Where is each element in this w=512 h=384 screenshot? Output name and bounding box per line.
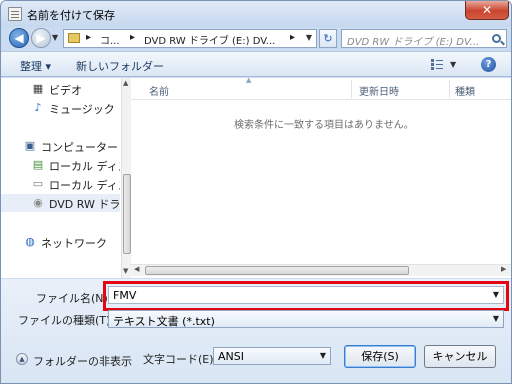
sidebar-item-network[interactable]: ◍ ネットワーク [1, 233, 120, 251]
sidebar-item-label: ローカル ディス [49, 179, 120, 192]
file-list: ▲ 名前 更新日時 種類 検索条件に一致する項目はありません。 ◀ ▶ [131, 76, 511, 278]
search-input[interactable]: DVD RW ドライブ (E:) DV... [341, 29, 507, 48]
encoding-value: ANSI [218, 350, 244, 363]
close-button[interactable]: ✕ [465, 1, 509, 20]
filetype-label: ファイルの種類(T): [18, 314, 115, 327]
save-options-panel: ファイル名(N): FMV ▼ ファイルの種類(T): テキスト文書 (*.tx… [1, 279, 511, 383]
scrollbar-thumb[interactable] [123, 174, 131, 254]
window-title: 名前を付けて保存 [27, 9, 115, 22]
scroll-right-arrow[interactable]: ▶ [501, 265, 506, 273]
column-divider[interactable] [449, 80, 450, 98]
scrollbar-thumb[interactable] [145, 266, 409, 275]
recent-locations-dropdown[interactable]: ▼ [52, 33, 58, 42]
sidebar-item-label: コンピューター [41, 141, 118, 154]
navigation-pane: ▦ ビデオ ♪ ミュージック ▣ コンピューター ▤ ローカル ディス ▭ ロー… [1, 78, 120, 278]
new-folder-button[interactable]: 新しいフォルダー [76, 58, 164, 74]
breadcrumb-dvd-drive[interactable]: DVD RW ドライブ (E:) DV... [144, 32, 275, 47]
arrow-right-icon: ▶ [36, 31, 46, 45]
notepad-icon [8, 7, 22, 21]
scroll-down-arrow[interactable]: ▼ [123, 267, 128, 275]
chevron-down-icon[interactable]: ▼ [493, 314, 499, 323]
sidebar-item-videos[interactable]: ▦ ビデオ [1, 80, 120, 98]
folder-icon [68, 33, 80, 43]
empty-results-message: 検索条件に一致する項目はありません。 [234, 120, 414, 131]
breadcrumb-separator[interactable]: ▸ [130, 32, 135, 43]
refresh-button[interactable]: ↻ [319, 29, 337, 48]
hide-folders-toggle[interactable]: フォルダーの非表示 [33, 353, 132, 369]
filetype-select[interactable]: テキスト文書 (*.txt) ▼ [108, 310, 504, 328]
collapse-icon[interactable]: ▲ [16, 353, 28, 365]
encoding-select[interactable]: ANSI ▼ [213, 347, 331, 365]
disk-icon: ▤ [32, 158, 44, 171]
view-options-icon[interactable] [431, 59, 443, 69]
computer-icon: ▣ [24, 139, 36, 152]
address-bar[interactable]: ▸ コ... ▸ DVD RW ドライブ (E:) DV... ▸ ▼ [63, 29, 317, 48]
sidebar-item-computer[interactable]: ▣ コンピューター [1, 137, 120, 155]
column-header-row: ▲ 名前 更新日時 種類 [131, 76, 511, 100]
sidebar-item-label: ミュージック [49, 103, 115, 116]
horizontal-scrollbar[interactable]: ◀ ▶ [131, 264, 511, 276]
back-button[interactable]: ◀ [9, 28, 29, 48]
chevron-down-icon[interactable]: ▼ [320, 351, 326, 360]
scroll-left-arrow[interactable]: ◀ [134, 265, 139, 273]
breadcrumb-separator[interactable]: ▸ [290, 32, 295, 43]
navigation-bar: ◀ ▶ ▼ ▸ コ... ▸ DVD RW ドライブ (E:) DV... ▸ … [1, 27, 511, 49]
sidebar-item-local-disk-c[interactable]: ▤ ローカル ディス [1, 156, 120, 174]
save-button[interactable]: 保存(S) [344, 345, 416, 368]
organize-button[interactable]: 整理 ▾ [20, 58, 51, 74]
refresh-icon: ↻ [323, 32, 333, 45]
sidebar-item-music[interactable]: ♪ ミュージック [1, 99, 120, 117]
column-type[interactable]: 種類 [455, 83, 475, 98]
column-divider[interactable] [351, 80, 352, 98]
sidebar-item-label: ビデオ [49, 84, 82, 97]
highlight-box [103, 281, 509, 311]
sidebar-item-label: ネットワーク [41, 237, 107, 250]
title-bar: 名前を付けて保存 ✕ [1, 1, 511, 27]
sidebar-scrollbar[interactable]: ▲ ▼ [121, 78, 131, 278]
breadcrumb-separator[interactable]: ▸ [86, 32, 91, 43]
sort-indicator-icon: ▲ [246, 76, 252, 84]
command-toolbar: 整理 ▾ 新しいフォルダー ▼ ? [1, 51, 511, 77]
sidebar-item-label: ローカル ディス [49, 160, 120, 173]
search-placeholder: DVD RW ドライブ (E:) DV... [347, 37, 480, 48]
chevron-down-icon[interactable]: ▼ [450, 60, 456, 69]
sidebar-item-local-disk-d[interactable]: ▭ ローカル ディス [1, 175, 120, 193]
disk-icon: ▭ [32, 177, 44, 190]
sidebar-item-dvd-drive[interactable]: ◉ DVD RW ドライ [1, 194, 120, 212]
browser-area: ▦ ビデオ ♪ ミュージック ▣ コンピューター ▤ ローカル ディス ▭ ロー… [1, 76, 511, 278]
video-icon: ▦ [32, 82, 44, 95]
sidebar-item-label: DVD RW ドライ [49, 198, 120, 211]
help-icon[interactable]: ? [481, 57, 496, 72]
dvd-icon: ◉ [33, 196, 43, 209]
arrow-left-icon: ◀ [14, 31, 24, 45]
save-as-dialog: 名前を付けて保存 ✕ ◀ ▶ ▼ ▸ コ... ▸ DVD RW ドライブ (E… [0, 0, 512, 384]
encoding-label: 文字コード(E): [143, 353, 218, 366]
chevron-down-icon[interactable]: ▼ [306, 33, 312, 42]
filename-label: ファイル名(N): [36, 292, 112, 305]
column-date-modified[interactable]: 更新日時 [359, 83, 399, 98]
forward-button[interactable]: ▶ [31, 28, 51, 48]
search-icon[interactable] [492, 34, 501, 43]
breadcrumb-computer[interactable]: コ... [100, 32, 120, 47]
music-icon: ♪ [34, 101, 42, 114]
scroll-up-arrow[interactable]: ▲ [123, 79, 128, 87]
column-name[interactable]: 名前 [149, 83, 169, 98]
cancel-button[interactable]: キャンセル [424, 345, 496, 368]
filetype-value: テキスト文書 (*.txt) [113, 315, 215, 328]
network-icon: ◍ [25, 235, 35, 248]
